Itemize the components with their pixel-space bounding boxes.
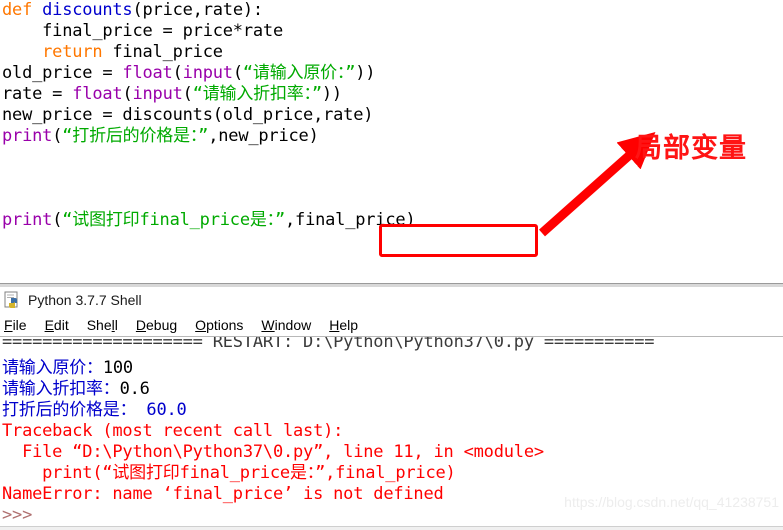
shell-line: 请输入原价：100 — [2, 358, 783, 379]
shell-line: print(“试图打印final_price是：”,final_price) — [2, 463, 783, 484]
code-token: float — [72, 84, 123, 104]
shell-token: 请输入折扣率： — [2, 379, 120, 399]
shell-horizontal-scrollbar[interactable] — [0, 526, 783, 530]
code-line: def discounts(price,rate): — [0, 0, 783, 21]
menu-item-debug[interactable]: Debug — [136, 317, 177, 333]
python-shell-window[interactable]: Python 3.7.7 Shell File Edit Shell Debug Opt… — [0, 287, 783, 530]
code-token: input — [132, 84, 183, 104]
shell-token: print(“试图打印final_price是：”,final_price) — [2, 463, 456, 483]
code-token: new_price = discounts(old_price,rate) — [2, 105, 374, 125]
menu-item-edit[interactable]: Edit — [45, 317, 69, 333]
code-token: ( — [122, 84, 133, 104]
shell-line: Traceback (most recent call last): — [2, 421, 783, 442]
code-token: “请输入原价：” — [242, 63, 356, 83]
code-line: old_price = float(input(“请输入原价：”)) — [0, 63, 783, 84]
shell-token: 100 — [102, 358, 133, 378]
code-token: ( — [182, 84, 193, 104]
menu-item-file[interactable]: File — [4, 317, 27, 333]
shell-menubar[interactable]: File Edit Shell Debug Options Window Help — [0, 313, 783, 337]
code-token: input — [182, 63, 233, 83]
shell-line: File “D:\Python\Python37\0.py”, line 11,… — [2, 442, 783, 463]
code-line: print(“试图打印final_price是：”,final_price) — [0, 210, 783, 231]
code-token: “打折后的价格是：” — [62, 126, 209, 146]
menu-item-help[interactable]: Help — [329, 317, 358, 333]
shell-token: 请输入原价： — [2, 358, 103, 378]
code-token: ( — [172, 63, 183, 83]
shell-output-lines: 请输入原价：100 请输入折扣率：0.6 打折后的价格是： 60.0 Tracebac… — [2, 358, 783, 526]
code-token: print — [2, 126, 53, 146]
code-token: rate = — [2, 84, 73, 104]
code-token: ( — [232, 63, 243, 83]
code-token: ( — [52, 126, 63, 146]
code-token: (price,rate): — [132, 0, 263, 20]
code-token: ,new_price) — [208, 126, 319, 146]
shell-line: 打折后的价格是： 60.0 — [2, 400, 783, 421]
code-token: print — [2, 210, 53, 230]
code-token: ,final_price) — [285, 210, 416, 230]
menu-item-shell[interactable]: Shell — [87, 317, 118, 333]
menu-item-options[interactable]: Options — [195, 317, 243, 333]
code-token: return — [42, 42, 103, 62]
shell-output-area[interactable]: ==================== RESTART: D:\Python\… — [0, 337, 783, 528]
code-line: new_price = discounts(old_price,rate) — [0, 105, 783, 126]
shell-line: >>> — [2, 505, 783, 526]
code-token: )) — [321, 84, 342, 104]
code-token: old_price = — [2, 63, 123, 83]
shell-title-text: Python 3.7.7 Shell — [28, 292, 142, 308]
code-token: “试图打印final_price是：” — [62, 210, 285, 230]
code-token: discounts — [42, 0, 133, 20]
shell-token: >>> — [2, 505, 33, 525]
shell-token: File “D:\Python\Python37\0.py”, line 11,… — [2, 442, 544, 462]
code-token: final_price — [102, 42, 223, 62]
python-idle-icon — [4, 291, 22, 309]
code-token: def — [2, 0, 43, 20]
shell-token: 0.6 — [119, 379, 150, 399]
code-line: return final_price — [0, 42, 783, 63]
shell-line: 请输入折扣率：0.6 — [2, 379, 783, 400]
shell-token: Traceback (most recent call last): — [2, 421, 344, 441]
code-token: ( — [52, 210, 63, 230]
shell-restart-line: ==================== RESTART: D:\Python\… — [2, 337, 655, 352]
menu-item-window[interactable]: Window — [261, 317, 311, 333]
code-line: rate = float(input(“请输入折扣率：”)) — [0, 84, 783, 105]
editor-code-block[interactable]: def discounts(price,rate): final_price =… — [0, 0, 783, 231]
shell-token: 打折后的价格是： 60.0 — [2, 400, 187, 420]
code-token: final_price = price*rate — [2, 21, 283, 41]
shell-token: NameError: name ‘final_price’ is not def… — [2, 484, 444, 504]
code-token: float — [122, 63, 173, 83]
shell-titlebar: Python 3.7.7 Shell — [0, 287, 783, 313]
shell-line: NameError: name ‘final_price’ is not def… — [2, 484, 783, 505]
code-token: “请输入折扣率：” — [192, 84, 322, 104]
annotation-label: 局部变量 — [635, 133, 747, 164]
code-editor-pane[interactable]: def discounts(price,rate): final_price =… — [0, 0, 783, 283]
code-token: )) — [355, 63, 376, 83]
code-line: final_price = price*rate — [0, 21, 783, 42]
